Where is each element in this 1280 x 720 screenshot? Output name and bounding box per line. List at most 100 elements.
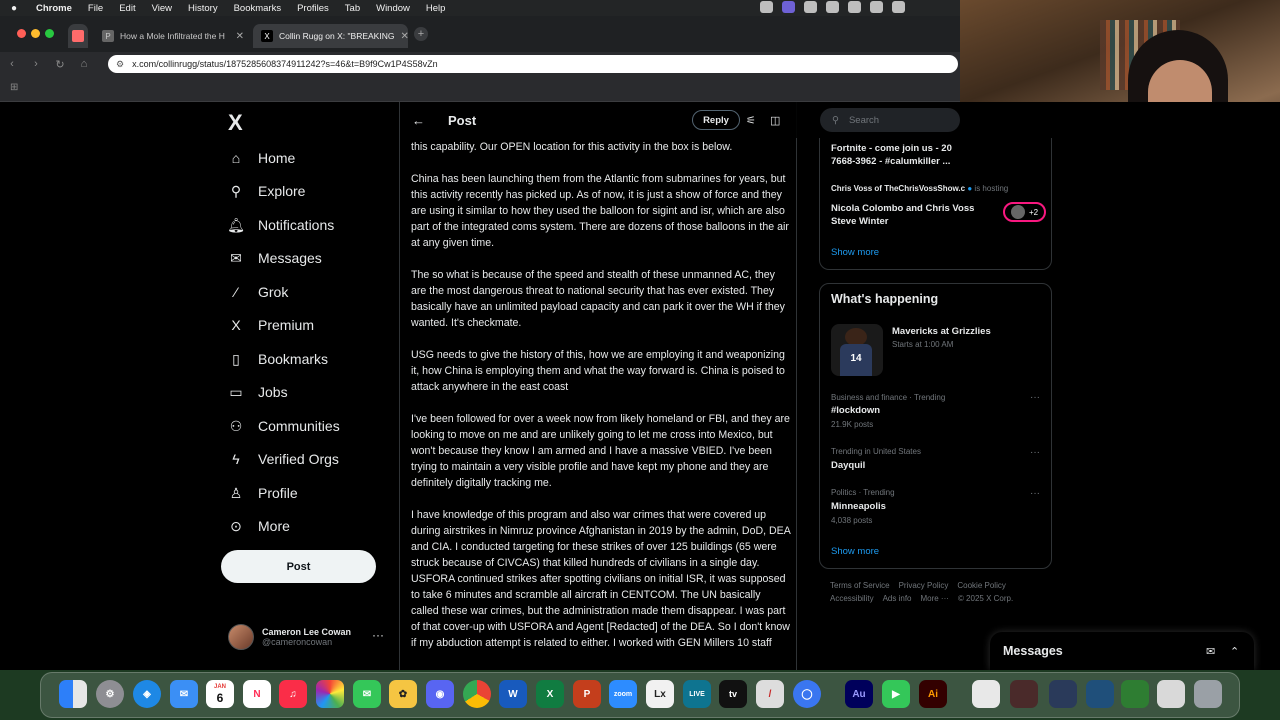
reload-icon[interactable]: ↻ bbox=[48, 58, 72, 71]
back-arrow-icon[interactable]: ← bbox=[412, 113, 425, 128]
nav-communities[interactable]: ⚇ Communities bbox=[228, 412, 340, 440]
settings-icon[interactable]: ⚙ bbox=[96, 680, 124, 708]
menu-help[interactable]: Help bbox=[418, 3, 454, 14]
window-thumbnail-icon[interactable] bbox=[1049, 680, 1077, 708]
status-tool-icon[interactable] bbox=[826, 1, 839, 13]
privacy-link[interactable]: Privacy Policy bbox=[899, 581, 949, 590]
menu-tab[interactable]: Tab bbox=[337, 3, 368, 14]
nav-verified-orgs[interactable]: ϟ Verified Orgs bbox=[228, 445, 339, 473]
messages-icon[interactable]: ✉ bbox=[353, 680, 381, 708]
apple-tv-icon[interactable]: tv bbox=[719, 680, 747, 708]
window-thumbnail-icon[interactable] bbox=[1121, 680, 1149, 708]
menu-history[interactable]: History bbox=[180, 3, 226, 14]
menu-file[interactable]: File bbox=[80, 3, 111, 14]
safari-icon[interactable]: ◈ bbox=[133, 680, 161, 708]
status-wifi-icon[interactable] bbox=[892, 1, 905, 13]
forward-icon[interactable]: › bbox=[24, 58, 48, 70]
nav-premium[interactable]: X Premium bbox=[228, 311, 314, 339]
trends-show-more[interactable]: Show more bbox=[831, 546, 879, 557]
new-tab-button[interactable]: + bbox=[414, 27, 428, 41]
calendar-icon[interactable]: JAN 6 bbox=[206, 680, 234, 708]
post-button[interactable]: Post bbox=[221, 550, 376, 583]
account-switcher[interactable]: Cameron Lee Cowan @cameroncowan ··· bbox=[228, 622, 398, 652]
live-icon[interactable]: LIVE bbox=[683, 680, 711, 708]
spaces-show-more[interactable]: Show more bbox=[831, 247, 879, 258]
news-icon[interactable]: N bbox=[243, 680, 271, 708]
window-thumbnail-icon[interactable] bbox=[1086, 680, 1114, 708]
document-thumbnail-icon[interactable] bbox=[972, 680, 1000, 708]
audition-icon[interactable]: Au bbox=[845, 680, 873, 708]
status-x-icon[interactable] bbox=[760, 1, 773, 13]
nav-notifications[interactable]: 🔔︎ Notifications bbox=[227, 211, 334, 239]
event-thumbnail[interactable]: 14 bbox=[831, 324, 883, 376]
nav-grok[interactable]: ⁄ Grok bbox=[228, 278, 289, 306]
window-thumbnail-icon[interactable] bbox=[1157, 680, 1185, 708]
nav-messages[interactable]: ✉ Messages bbox=[228, 244, 322, 272]
account-menu-icon[interactable]: ··· bbox=[372, 628, 384, 642]
cookie-link[interactable]: Cookie Policy bbox=[957, 581, 1005, 590]
space-listeners-badge[interactable]: +2 bbox=[1003, 202, 1047, 222]
discord-icon[interactable]: ◉ bbox=[426, 680, 454, 708]
nav-profile[interactable]: ♙ Profile bbox=[228, 479, 298, 507]
menu-bookmarks[interactable]: Bookmarks bbox=[226, 3, 290, 14]
chrome-icon[interactable] bbox=[463, 680, 491, 708]
search-input[interactable]: ⚲ Search bbox=[820, 108, 960, 132]
expand-chevron-icon[interactable]: ⌃ bbox=[1230, 645, 1239, 658]
menu-view[interactable]: View bbox=[144, 3, 180, 14]
finder-icon[interactable] bbox=[59, 680, 87, 708]
trash-icon[interactable] bbox=[1194, 680, 1222, 708]
tab-collin-rugg[interactable]: X Collin Rugg on X: "BREAKING ✕ bbox=[253, 24, 408, 48]
menu-window[interactable]: Window bbox=[368, 3, 418, 14]
zoom-icon[interactable]: zoom bbox=[609, 680, 637, 708]
window-thumbnail-icon[interactable] bbox=[1010, 680, 1038, 708]
tab-close-icon[interactable]: ✕ bbox=[236, 31, 244, 42]
tab-close-icon[interactable]: ✕ bbox=[400, 31, 408, 42]
pinned-tab[interactable] bbox=[68, 24, 88, 48]
butterfly-app-icon[interactable]: ✿ bbox=[389, 680, 417, 708]
status-grid-icon[interactable] bbox=[848, 1, 861, 13]
lx-icon[interactable]: Lx bbox=[646, 680, 674, 708]
menu-edit[interactable]: Edit bbox=[111, 3, 143, 14]
pencil-app-icon[interactable]: / bbox=[756, 680, 784, 708]
mail-icon[interactable]: ✉ bbox=[170, 680, 198, 708]
apps-grid-icon[interactable]: ⊞ bbox=[10, 82, 18, 93]
back-icon[interactable]: ‹ bbox=[0, 58, 24, 70]
nav-home[interactable]: ⌂ Home bbox=[228, 144, 296, 172]
music-icon[interactable]: ♫ bbox=[279, 680, 307, 708]
powerpoint-icon[interactable]: P bbox=[573, 680, 601, 708]
filter-icon[interactable]: ⚟ bbox=[746, 114, 756, 127]
site-settings-icon[interactable]: ⚙ bbox=[116, 59, 124, 70]
photos-icon[interactable] bbox=[316, 680, 344, 708]
illustrator-icon[interactable]: Ai bbox=[919, 680, 947, 708]
trend-more-icon[interactable]: ··· bbox=[1030, 392, 1040, 403]
nav-explore[interactable]: ⚲ Explore bbox=[228, 177, 306, 205]
new-message-icon[interactable]: ✉ bbox=[1206, 645, 1215, 658]
status-cloud-icon[interactable] bbox=[804, 1, 817, 13]
tab-mole-article[interactable]: P How a Mole Infiltrated the H ✕ bbox=[94, 24, 252, 48]
terms-link[interactable]: Terms of Service bbox=[830, 581, 890, 590]
signal-icon[interactable]: ◯ bbox=[793, 680, 821, 708]
event-name[interactable]: Mavericks at Grizzlies bbox=[892, 326, 991, 337]
home-icon[interactable]: ⌂ bbox=[72, 58, 96, 70]
facetime-icon[interactable]: ▶ bbox=[882, 680, 910, 708]
nav-bookmarks[interactable]: ▯ Bookmarks bbox=[228, 345, 328, 373]
footer-more-link[interactable]: More ··· bbox=[920, 594, 948, 603]
minimize-window-button[interactable] bbox=[31, 29, 40, 38]
status-wd-icon[interactable] bbox=[870, 1, 883, 13]
messages-drawer[interactable]: Messages ✉ ⌃ bbox=[990, 632, 1254, 670]
space-title[interactable]: Fortnite - come join us - 20 7668-3962 -… bbox=[831, 142, 971, 168]
zoom-window-button[interactable] bbox=[45, 29, 54, 38]
menu-profiles[interactable]: Profiles bbox=[289, 3, 337, 14]
ads-info-link[interactable]: Ads info bbox=[883, 594, 912, 603]
nav-jobs[interactable]: ▭ Jobs bbox=[228, 378, 287, 406]
status-app-icon[interactable] bbox=[782, 1, 795, 13]
trend-more-icon[interactable]: ··· bbox=[1030, 488, 1040, 499]
trend-more-icon[interactable]: ··· bbox=[1030, 447, 1040, 458]
x-logo-icon[interactable]: X bbox=[228, 110, 243, 136]
reply-button[interactable]: Reply bbox=[692, 110, 740, 130]
address-bar[interactable]: ⚙ x.com/collinrugg/status/18752856083749… bbox=[108, 55, 958, 73]
trend-name[interactable]: #lockdown bbox=[831, 405, 880, 416]
menu-chrome[interactable]: Chrome bbox=[28, 3, 80, 14]
close-window-button[interactable] bbox=[17, 29, 26, 38]
nav-more[interactable]: ⊙ More bbox=[228, 512, 290, 540]
